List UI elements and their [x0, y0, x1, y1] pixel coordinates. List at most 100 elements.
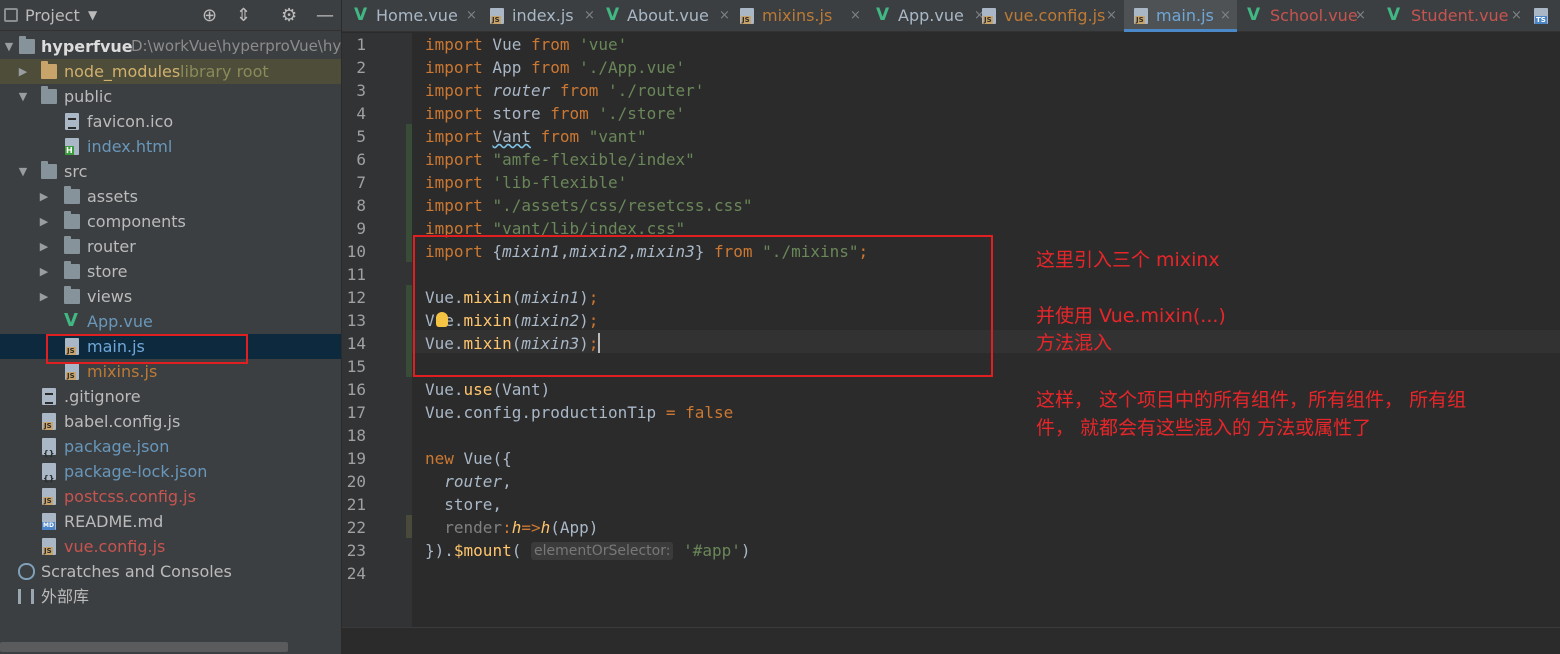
selection-highlight-box [46, 334, 248, 364]
close-icon[interactable]: × [850, 0, 861, 31]
tree-item-postcss-config[interactable]: postcss.config.js [0, 484, 341, 509]
lightbulb-icon[interactable] [436, 312, 448, 327]
markdown-file-icon [42, 513, 56, 530]
tab-index-js[interactable]: index.js × [484, 0, 602, 32]
code-line-9: import "vant/lib/index.css" [425, 219, 686, 238]
code-line-20: router, [444, 472, 512, 491]
close-icon[interactable]: × [466, 0, 477, 31]
file-icon [65, 113, 79, 130]
tab-overflow[interactable] [1526, 0, 1556, 32]
line-number-gutter: 1 2 3 4 5 6 7 8 9 10 11 12 13 14 15 16 17 18 19 20 21 22 23 24 [342, 33, 412, 627]
chevron-down-icon[interactable]: ▼ [17, 159, 29, 184]
tree-item-label: package-lock.json [64, 462, 208, 481]
tab-about-vue[interactable]: V About.vue × [602, 0, 736, 32]
chevron-right-icon[interactable]: ▶ [38, 284, 50, 309]
annotation-note-2a: 并使用 Vue.mixin(...) [1036, 305, 1226, 327]
close-icon[interactable]: × [1220, 0, 1231, 31]
folder-icon [64, 261, 80, 279]
tab-label: main.js [1156, 6, 1214, 25]
tree-item-suffix: library root [180, 62, 269, 81]
tree-item-public[interactable]: ▼ public [0, 84, 341, 109]
minimize-icon[interactable]: — [316, 0, 334, 31]
tab-label: vue.config.js [1004, 6, 1106, 25]
folder-icon [64, 211, 80, 229]
collapse-all-icon[interactable]: ⇕ [236, 0, 251, 31]
vcs-change-marker [406, 515, 412, 538]
tab-vue-config-js[interactable]: vue.config.js × [982, 0, 1122, 32]
tree-item-node-modules[interactable]: ▶ node_modules library root [0, 59, 341, 84]
chevron-right-icon[interactable]: ▶ [38, 234, 50, 259]
tree-item-external-libraries[interactable]: 外部库 [0, 584, 341, 609]
tree-item-label: 外部库 [41, 587, 90, 606]
chevron-down-icon[interactable]: ▼ [17, 84, 29, 109]
vcs-change-marker [406, 285, 412, 377]
horizontal-scrollbar[interactable] [0, 642, 288, 652]
locate-icon[interactable]: ⊕ [202, 0, 217, 31]
tree-item-components[interactable]: ▶ components [0, 209, 341, 234]
chevron-right-icon[interactable]: ▶ [38, 259, 50, 284]
line-number: 15 [346, 357, 366, 376]
tree-item-views[interactable]: ▶ views [0, 284, 341, 309]
chevron-down-icon[interactable]: ▼ [88, 0, 97, 31]
js-file-icon [42, 538, 56, 555]
tree-item-app-vue[interactable]: V App.vue [0, 309, 341, 334]
tree-item-label: package.json [64, 437, 170, 456]
tab-app-vue[interactable]: V App.vue × [870, 0, 990, 32]
code-line-17: Vue.config.productionTip = false [425, 403, 734, 422]
close-icon[interactable]: × [1355, 0, 1366, 31]
tree-item-hyperfvue[interactable]: ▼ hyperfvue D:\workVue\hyperproVue\hy [0, 34, 341, 59]
tree-item-index-html[interactable]: index.html [0, 134, 341, 159]
line-number: 24 [346, 564, 366, 583]
gear-icon[interactable]: ⚙ [281, 0, 297, 31]
close-icon[interactable]: × [584, 0, 595, 31]
project-view-title[interactable]: Project [25, 0, 80, 31]
folder-icon [41, 61, 57, 79]
tree-item-label: node_modules [64, 62, 181, 81]
tree-item-label: hyperfvue [41, 37, 133, 56]
tree-item-gitignore[interactable]: .gitignore [0, 384, 341, 409]
tree-item-store[interactable]: ▶ store [0, 259, 341, 284]
chevron-right-icon[interactable]: ▶ [17, 59, 29, 84]
tree-item-label: babel.config.js [64, 412, 181, 431]
html-file-icon [65, 138, 79, 155]
tab-home-vue[interactable]: V Home.vue × [350, 0, 484, 32]
close-icon[interactable]: × [1511, 0, 1522, 31]
tree-item-babel-config[interactable]: babel.config.js [0, 409, 341, 434]
code-editor[interactable]: 1 2 3 4 5 6 7 8 9 10 11 12 13 14 15 16 17 18 19 20 21 22 23 24 … [342, 33, 1560, 654]
tab-main-js[interactable]: main.js × [1124, 0, 1237, 32]
tree-item-package-lock[interactable]: package-lock.json [0, 459, 341, 491]
line-number: 22 [346, 518, 366, 537]
tree-item-label: postcss.config.js [64, 487, 196, 506]
code-line-23: }).$mount( elementOrSelector: '#app') [425, 541, 751, 560]
chevron-down-icon[interactable]: ▼ [3, 34, 15, 59]
tree-item-package-json[interactable]: package.json [0, 434, 341, 466]
tree-item-assets[interactable]: ▶ assets [0, 184, 341, 209]
tree-item-vue-config[interactable]: vue.config.js [0, 534, 341, 559]
close-icon[interactable]: × [1106, 0, 1117, 31]
tab-mixins-js[interactable]: mixins.js × [736, 0, 870, 32]
tree-item-router[interactable]: ▶ router [0, 234, 341, 259]
code-line-19: new Vue({ [425, 449, 512, 468]
vue-icon: V [606, 5, 620, 25]
annotation-note-3a: 这样， 这个项目中的所有组件，所有组件， 所有组 [1036, 389, 1467, 411]
tab-label: Home.vue [376, 6, 458, 25]
js-file-icon [65, 363, 79, 380]
code-line-5: import Vant from "vant" [425, 127, 647, 146]
chevron-right-icon[interactable]: ▶ [38, 209, 50, 234]
code-line-7: import 'lib-flexible' [425, 173, 628, 192]
tab-label: mixins.js [762, 6, 833, 25]
tree-item-src[interactable]: ▼ src [0, 159, 341, 184]
tree-item-readme[interactable]: README.md [0, 509, 341, 534]
tree-item-scratches[interactable]: Scratches and Consoles [0, 559, 341, 584]
close-icon[interactable]: × [719, 0, 730, 31]
tree-item-favicon[interactable]: favicon.ico [0, 109, 341, 134]
tab-school-vue[interactable]: V School.vue × [1237, 0, 1371, 32]
chevron-right-icon[interactable]: ▶ [38, 184, 50, 209]
vue-icon: V [64, 310, 78, 331]
tab-student-vue[interactable]: V Student.vue × [1371, 0, 1522, 32]
code-line-2: import App from './App.vue' [425, 58, 686, 77]
line-number: 12 [346, 288, 366, 307]
